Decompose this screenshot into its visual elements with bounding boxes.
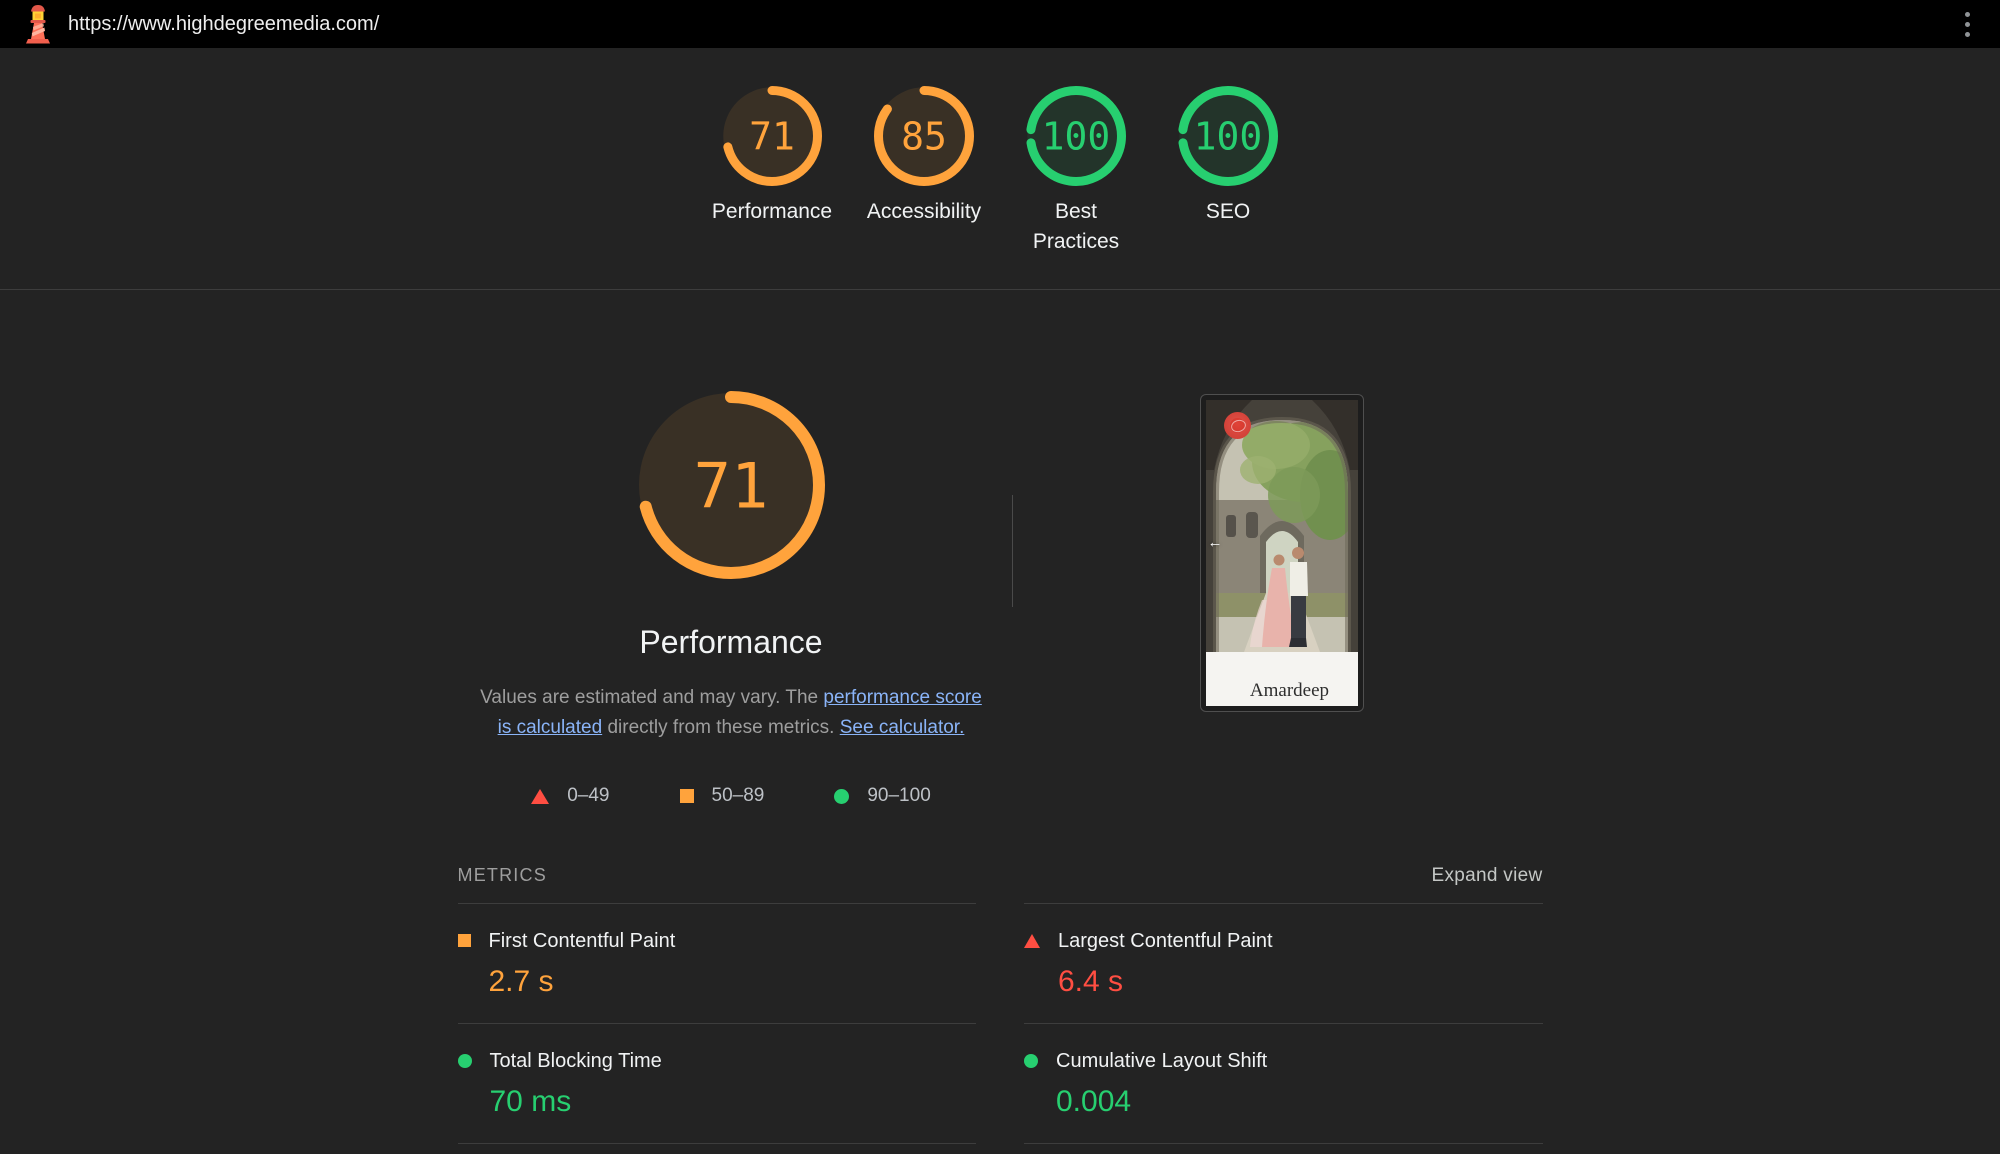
screenshot-caption: Amardeep bbox=[1206, 652, 1358, 706]
gauge-performance-large: 71 bbox=[636, 390, 826, 580]
description-text: directly from these metrics. bbox=[602, 717, 840, 738]
category-best-practices[interactable]: 100 Best Practices bbox=[1011, 85, 1141, 257]
category-label: SEO bbox=[1206, 197, 1250, 227]
legend-range: 0–49 bbox=[567, 785, 609, 807]
performance-description: Values are estimated and may vary. The p… bbox=[475, 683, 987, 743]
triangle-icon bbox=[531, 789, 549, 804]
expand-view-button[interactable]: Expand view bbox=[1431, 865, 1542, 887]
svg-text:71: 71 bbox=[749, 115, 795, 159]
circle-icon bbox=[1024, 1054, 1038, 1068]
metric-value: 70 ms bbox=[490, 1085, 662, 1119]
kebab-menu-icon[interactable] bbox=[1957, 6, 1978, 43]
gauge-best-practices[interactable]: 100 bbox=[1025, 85, 1127, 187]
score-legend: 0–49 50–89 90–100 bbox=[531, 785, 931, 807]
square-icon bbox=[680, 789, 694, 803]
performance-title: Performance bbox=[639, 624, 822, 661]
category-performance[interactable]: 71 Performance bbox=[707, 85, 837, 257]
lighthouse-logo-icon bbox=[22, 4, 54, 44]
metric-value: 2.7 s bbox=[489, 965, 676, 999]
legend-item-fail: 0–49 bbox=[531, 785, 609, 807]
performance-section: 71 Performance Values are estimated and … bbox=[450, 290, 1550, 807]
metrics-section: METRICS Expand view First Contentful Pai… bbox=[458, 865, 1543, 1144]
see-calculator-link[interactable]: See calculator. bbox=[840, 717, 965, 738]
score-summary: 71 Performance 85 Accessibility 100 Best… bbox=[0, 48, 2000, 290]
metric-name: Cumulative Layout Shift bbox=[1056, 1050, 1267, 1073]
metric-name: Total Blocking Time bbox=[490, 1050, 662, 1073]
metric-first-contentful-paint: First Contentful Paint 2.7 s bbox=[458, 903, 977, 1024]
legend-range: 50–89 bbox=[712, 785, 765, 807]
svg-text:71: 71 bbox=[694, 449, 769, 522]
category-label: Accessibility bbox=[867, 197, 981, 227]
gauge-seo[interactable]: 100 bbox=[1177, 85, 1279, 187]
metric-total-blocking-time: Total Blocking Time 70 ms bbox=[458, 1024, 977, 1144]
metrics-heading: METRICS bbox=[458, 865, 547, 886]
legend-item-good: 90–100 bbox=[834, 785, 930, 807]
category-label: Performance bbox=[712, 197, 832, 227]
category-accessibility[interactable]: 85 Accessibility bbox=[859, 85, 989, 257]
topbar: https://www.highdegreemedia.com/ bbox=[0, 0, 2000, 48]
back-arrow-icon: ← bbox=[1208, 534, 1223, 551]
gauge-performance[interactable]: 71 bbox=[721, 85, 823, 187]
svg-text:100: 100 bbox=[1194, 115, 1263, 159]
metrics-grid: First Contentful Paint 2.7 s Largest Con… bbox=[458, 903, 1543, 1144]
page-url[interactable]: https://www.highdegreemedia.com/ bbox=[68, 13, 1943, 36]
metric-name: First Contentful Paint bbox=[489, 930, 676, 953]
caption-text: Amardeep bbox=[1250, 680, 1329, 706]
gauge-accessibility[interactable]: 85 bbox=[873, 85, 975, 187]
triangle-icon bbox=[1024, 934, 1040, 948]
metric-name: Largest Contentful Paint bbox=[1058, 930, 1273, 953]
circle-icon bbox=[458, 1054, 472, 1068]
description-text: Values are estimated and may vary. The bbox=[480, 687, 823, 708]
circle-icon bbox=[834, 789, 849, 804]
metric-cumulative-layout-shift: Cumulative Layout Shift 0.004 bbox=[1024, 1024, 1543, 1144]
svg-text:100: 100 bbox=[1042, 115, 1111, 159]
metric-largest-contentful-paint: Largest Contentful Paint 6.4 s bbox=[1024, 903, 1543, 1024]
legend-range: 90–100 bbox=[867, 785, 930, 807]
page-screenshot-thumbnail[interactable]: ← Amardeep bbox=[1200, 394, 1364, 712]
square-icon bbox=[458, 934, 471, 947]
metric-value: 0.004 bbox=[1056, 1085, 1267, 1119]
metric-value: 6.4 s bbox=[1058, 965, 1273, 999]
svg-text:85: 85 bbox=[901, 115, 947, 159]
category-seo[interactable]: 100 SEO bbox=[1163, 85, 1293, 257]
site-logo-badge bbox=[1224, 412, 1251, 439]
legend-item-average: 50–89 bbox=[680, 785, 765, 807]
category-label: Best Practices bbox=[1026, 197, 1126, 257]
screenshot-photo bbox=[1206, 400, 1358, 652]
